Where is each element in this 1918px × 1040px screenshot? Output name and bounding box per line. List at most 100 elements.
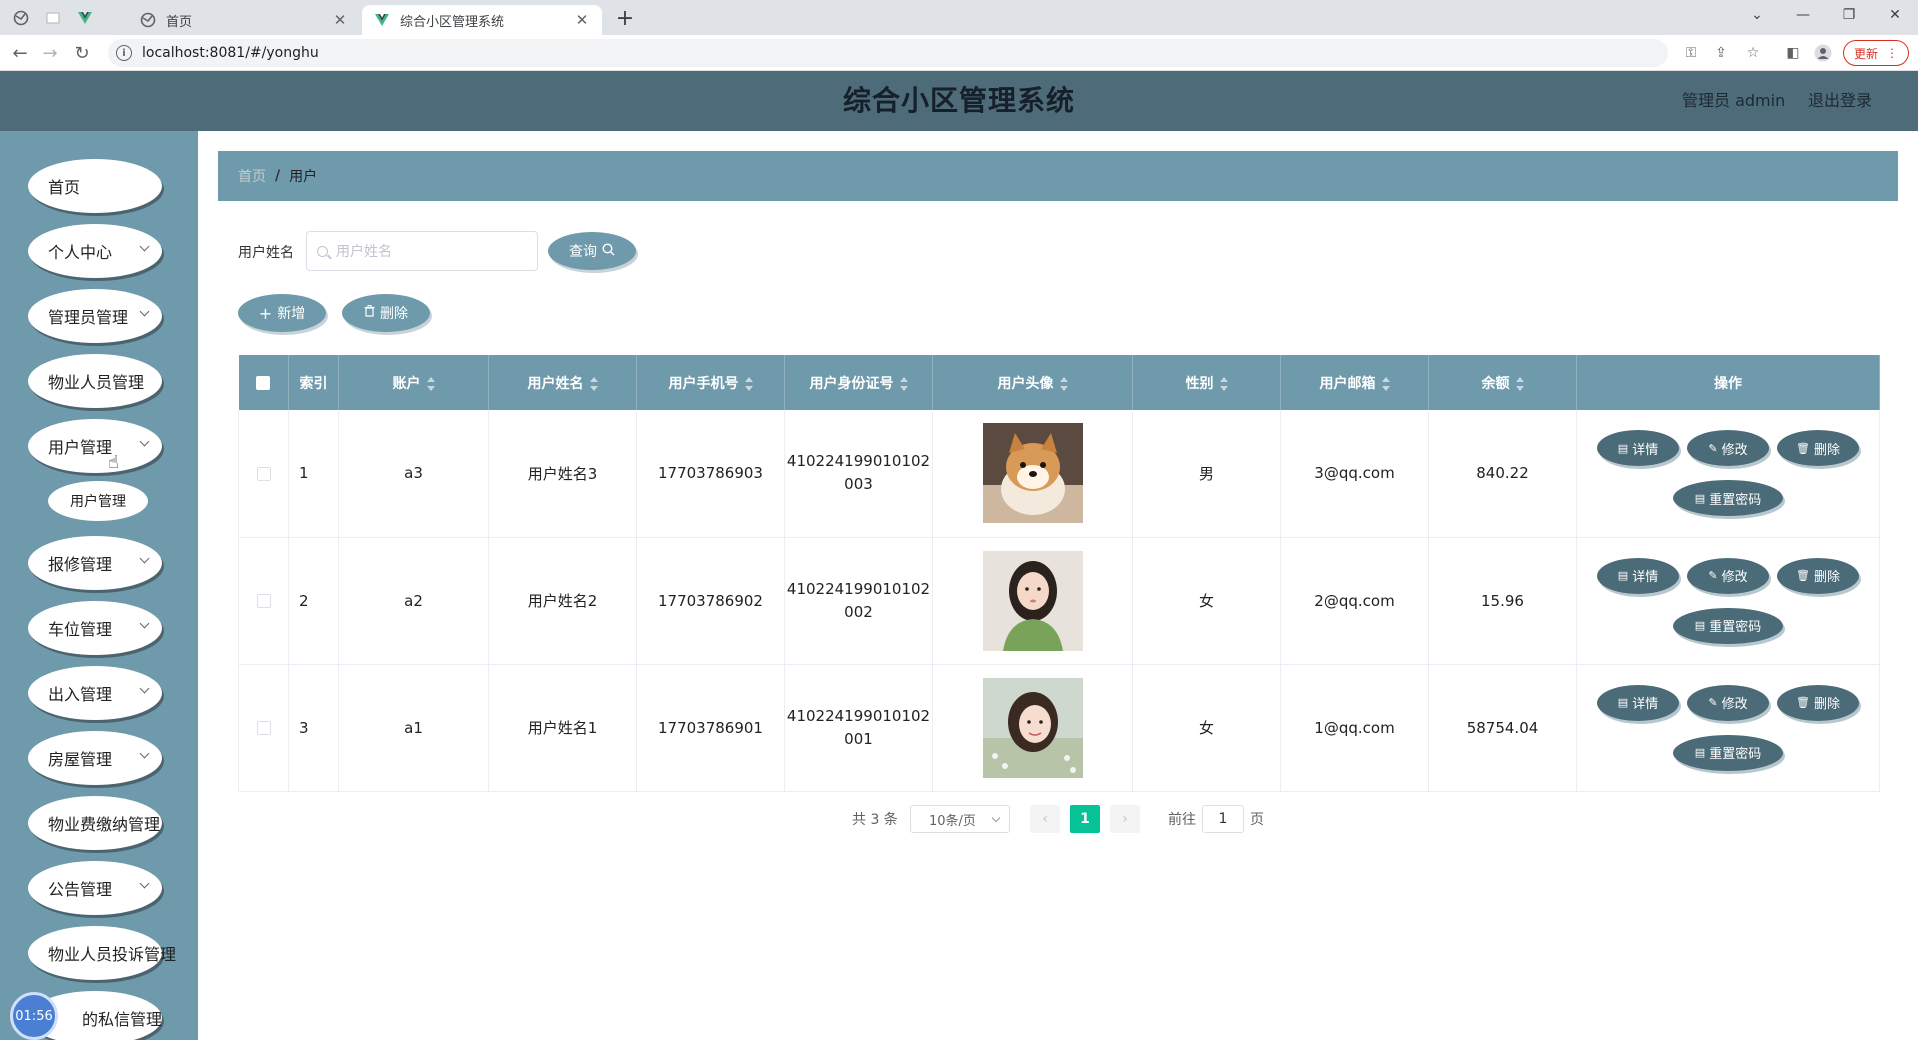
- row-checkbox[interactable]: [256, 721, 271, 735]
- sidebar-item-property-fee-management[interactable]: 物业费缴纳管理: [28, 796, 162, 850]
- back-icon[interactable]: ←: [8, 41, 32, 65]
- profile-icon[interactable]: [1812, 43, 1834, 63]
- page-size-select[interactable]: 10条/页: [910, 805, 1010, 833]
- sidebar-item-complaint-management[interactable]: 物业人员投诉管理: [28, 926, 176, 980]
- row-select-cell[interactable]: [238, 410, 289, 538]
- reload-icon[interactable]: ↻: [70, 41, 94, 65]
- side-panel-icon[interactable]: ◧: [1782, 43, 1804, 63]
- balance-cell: 58754.04: [1428, 664, 1577, 792]
- sidebar-item-house-management[interactable]: 房屋管理: [28, 731, 162, 785]
- add-button[interactable]: + 新增: [238, 294, 326, 332]
- detail-button[interactable]: ▤ 详情: [1597, 684, 1679, 721]
- edit-button[interactable]: ✎ 修改: [1687, 430, 1769, 467]
- avatar-girl-flowers-image[interactable]: [982, 677, 1083, 778]
- sidebar-item-parking-management[interactable]: 车位管理: [28, 601, 162, 655]
- delete-button[interactable]: 🗑 删除: [1777, 430, 1859, 467]
- detail-button[interactable]: ▤ 详情: [1597, 557, 1679, 594]
- breadcrumb-separator: /: [275, 168, 281, 184]
- document-icon: ▤: [1694, 746, 1706, 759]
- sidebar-item-access-management[interactable]: 出入管理: [28, 666, 162, 720]
- key-icon[interactable]: ⚿: [1680, 43, 1702, 63]
- pinned-tab-globe-icon[interactable]: [10, 7, 32, 29]
- url-field[interactable]: i localhost:8081/#/yonghu: [108, 39, 1668, 67]
- sidebar-item-home[interactable]: 首页: [28, 159, 162, 213]
- pinned-tab-blank-icon[interactable]: [42, 7, 64, 29]
- row-checkbox[interactable]: [256, 594, 271, 608]
- sidebar-item-user-management[interactable]: 用户管理: [28, 419, 162, 473]
- pinned-tab-vue-icon[interactable]: [74, 7, 96, 29]
- forward-icon[interactable]: →: [38, 41, 62, 65]
- sidebar-item-label: 出入管理: [48, 685, 113, 704]
- search-input[interactable]: 用户姓名: [306, 231, 538, 271]
- delete-button[interactable]: 🗑 删除: [1777, 684, 1859, 721]
- search-icon: [317, 245, 328, 257]
- sort-icon[interactable]: [1515, 376, 1524, 391]
- avatar-girl-image[interactable]: [982, 550, 1083, 651]
- star-icon[interactable]: ☆: [1742, 43, 1764, 63]
- sidebar-item-notice-management[interactable]: 公告管理: [28, 861, 162, 915]
- close-icon[interactable]: ✕: [574, 11, 590, 29]
- sidebar-item-personal-center[interactable]: 个人中心: [28, 224, 162, 278]
- sidebar-subitem-label: 用户管理: [70, 494, 126, 510]
- logout-link[interactable]: 退出登录: [1808, 71, 1872, 131]
- share-icon[interactable]: ⇪: [1710, 43, 1732, 63]
- tab-home[interactable]: 首页 ✕: [128, 5, 360, 35]
- email-cell: 1@qq.com: [1280, 664, 1429, 792]
- update-label: 更新: [1853, 46, 1878, 61]
- account-cell: a3: [338, 410, 489, 538]
- reset-password-button[interactable]: ▤ 重置密码: [1673, 480, 1783, 517]
- edit-button[interactable]: ✎ 修改: [1687, 684, 1769, 721]
- column-header[interactable]: 用户邮箱: [1280, 355, 1429, 410]
- column-header[interactable]: 用户身份证号: [784, 355, 933, 410]
- tab-search-icon[interactable]: ⌄: [1742, 4, 1772, 26]
- edit-button[interactable]: ✎ 修改: [1687, 557, 1769, 594]
- select-all-checkbox[interactable]: [256, 375, 271, 390]
- row-select-cell[interactable]: [238, 537, 289, 665]
- prev-page-button[interactable]: ‹: [1030, 805, 1060, 833]
- minimize-button[interactable]: —: [1788, 4, 1818, 26]
- reset-password-button[interactable]: ▤ 重置密码: [1673, 734, 1783, 771]
- reset-password-button[interactable]: ▤ 重置密码: [1673, 607, 1783, 644]
- site-info-icon[interactable]: i: [116, 45, 132, 61]
- column-header[interactable]: 性别: [1132, 355, 1281, 410]
- breadcrumb-home[interactable]: 首页: [238, 166, 266, 186]
- chevron-down-icon: [139, 306, 150, 317]
- sidebar-subitem-user-management[interactable]: 用户管理: [48, 481, 148, 521]
- sort-icon[interactable]: [426, 376, 435, 391]
- search-button[interactable]: 查询: [548, 232, 636, 270]
- sort-icon[interactable]: [1059, 376, 1068, 391]
- sort-icon[interactable]: [589, 376, 598, 391]
- new-tab-button[interactable]: +: [612, 5, 638, 31]
- page-number-current[interactable]: 1: [1070, 805, 1100, 833]
- avatar-dog-image[interactable]: [982, 423, 1083, 524]
- update-button[interactable]: 更新 ⋮: [1843, 40, 1909, 66]
- restore-button[interactable]: ❐: [1834, 4, 1864, 26]
- column-header[interactable]: 用户手机号: [636, 355, 785, 410]
- sidebar-item-repair-management[interactable]: 报修管理: [28, 536, 162, 590]
- row-checkbox[interactable]: [256, 466, 271, 481]
- detail-button[interactable]: ▤ 详情: [1597, 430, 1679, 467]
- row-select-cell[interactable]: [238, 664, 289, 792]
- goto-page-input[interactable]: 1: [1202, 805, 1244, 833]
- tab-app[interactable]: 综合小区管理系统 ✕: [362, 5, 602, 35]
- sidebar-item-property-staff-management[interactable]: 物业人员管理: [28, 354, 162, 408]
- select-all-cell[interactable]: [238, 355, 289, 410]
- column-header[interactable]: 用户姓名: [488, 355, 637, 410]
- batch-delete-button[interactable]: 删除: [342, 294, 430, 332]
- id-card-cell: 410224199010102 003: [784, 410, 933, 538]
- close-icon[interactable]: ✕: [332, 11, 348, 29]
- delete-button[interactable]: 🗑 删除: [1777, 557, 1859, 594]
- sort-icon[interactable]: [744, 376, 753, 391]
- next-page-button[interactable]: ›: [1110, 805, 1140, 833]
- column-header[interactable]: 用户头像: [932, 355, 1133, 410]
- sort-icon[interactable]: [899, 376, 908, 391]
- sort-icon[interactable]: [1219, 376, 1228, 391]
- window-close-button[interactable]: ✕: [1880, 4, 1910, 26]
- delete-button-label: 删除: [380, 306, 408, 322]
- sort-icon[interactable]: [1381, 376, 1390, 391]
- sidebar-item-admin-management[interactable]: 管理员管理: [28, 289, 162, 343]
- name-cell: 用户姓名3: [488, 410, 637, 538]
- column-header[interactable]: 账户: [338, 355, 489, 410]
- column-header[interactable]: 余额: [1428, 355, 1577, 410]
- actions-cell: ▤ 详情 ✎ 修改 🗑 删除 ▤ 重置密码: [1576, 537, 1880, 665]
